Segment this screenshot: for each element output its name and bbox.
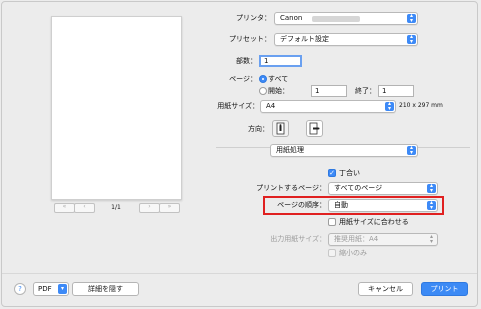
dest-paper-size-label: 出力用紙サイズ： — [270, 235, 326, 243]
paper-size-label: 用紙サイズ： — [217, 102, 259, 110]
pages-all-radio[interactable] — [259, 75, 267, 83]
chevron-down-icon: ▴ ▾ — [427, 200, 436, 210]
chevron-down-icon: ▴ ▾ — [429, 233, 433, 245]
pages-range-radio[interactable] — [259, 87, 267, 95]
collate-checkbox[interactable]: ✓ — [328, 169, 336, 177]
pages-to-label: 終了： — [355, 87, 376, 95]
pages-from-field[interactable]: 1 — [311, 85, 347, 97]
landscape-button[interactable] — [306, 120, 323, 137]
prev-page-icon: ‹ — [83, 203, 86, 210]
printer-label: プリンタ： — [236, 14, 271, 22]
pages-all-label: すべて — [268, 75, 289, 83]
chevron-down-icon: ▴ ▾ — [385, 101, 394, 111]
last-page-icon: » — [167, 203, 172, 210]
page-order-popup[interactable]: 自動 ▴ ▾ — [328, 199, 438, 212]
portrait-button[interactable] — [272, 120, 289, 137]
chevron-down-icon: ▴ ▾ — [407, 13, 416, 23]
preset-popup[interactable]: デフォルト設定 ▴ ▾ — [274, 33, 418, 46]
print-button[interactable]: プリント — [421, 282, 468, 296]
page-preview — [51, 16, 182, 200]
pages-to-print-popup[interactable]: すべてのページ ▴ ▾ — [328, 182, 438, 195]
copies-field[interactable]: 1 — [259, 55, 302, 67]
next-page-icon: › — [148, 203, 151, 210]
orientation-label: 方向： — [248, 125, 269, 133]
pages-label: ページ： — [229, 75, 257, 83]
pages-from-label: 開始： — [268, 87, 289, 95]
print-dialog: « ‹ 1/1 › » プリンタ： Canon ▴ ▾ プリセット： デフォルト設… — [1, 1, 478, 307]
pages-to-field[interactable]: 1 — [378, 85, 414, 97]
page-indicator: 1/1 — [111, 204, 121, 211]
preset-label: プリセット： — [229, 35, 271, 43]
next-page-button[interactable]: › — [139, 203, 160, 213]
scale-to-fit-label: 用紙サイズに合わせる — [339, 218, 409, 226]
pdf-menu-button[interactable]: PDF ▾ — [33, 282, 69, 296]
section-popup[interactable]: 用紙処理 ▴ ▾ — [270, 144, 418, 157]
cancel-button[interactable]: キャンセル — [358, 282, 413, 296]
portrait-icon — [276, 122, 285, 135]
paper-size-popup[interactable]: A4 ▴ ▾ — [260, 100, 396, 113]
printer-name-redacted — [312, 16, 360, 22]
help-icon: ? — [18, 285, 22, 293]
prev-page-button[interactable]: ‹ — [74, 203, 95, 213]
collate-label: 丁合い — [339, 169, 360, 177]
chevron-down-icon: ▴ ▾ — [407, 145, 416, 155]
pages-to-print-label: プリントするページ： — [256, 184, 326, 192]
scale-down-only-checkbox[interactable] — [328, 249, 336, 257]
paper-size-dimensions: 210 x 297 mm — [399, 102, 443, 109]
footer-divider — [2, 273, 477, 274]
first-page-button[interactable]: « — [54, 203, 75, 213]
dest-paper-size-popup[interactable]: 推奨用紙：A4 ▴ ▾ — [328, 233, 438, 246]
first-page-icon: « — [62, 203, 67, 210]
printer-popup[interactable]: Canon ▴ ▾ — [274, 12, 418, 25]
landscape-icon — [309, 122, 320, 135]
copies-label: 部数： — [236, 57, 257, 65]
chevron-down-icon: ▴ ▾ — [427, 183, 436, 193]
help-button[interactable]: ? — [14, 283, 26, 295]
chevron-down-icon: ▾ — [58, 284, 67, 294]
chevron-down-icon: ▴ ▾ — [407, 34, 416, 44]
scale-to-fit-checkbox[interactable] — [328, 218, 336, 226]
page-order-label: ページの順序： — [277, 201, 326, 209]
hide-details-button[interactable]: 詳細を隠す — [72, 282, 139, 296]
last-page-button[interactable]: » — [159, 203, 180, 213]
scale-down-only-label: 縮小のみ — [339, 249, 367, 257]
